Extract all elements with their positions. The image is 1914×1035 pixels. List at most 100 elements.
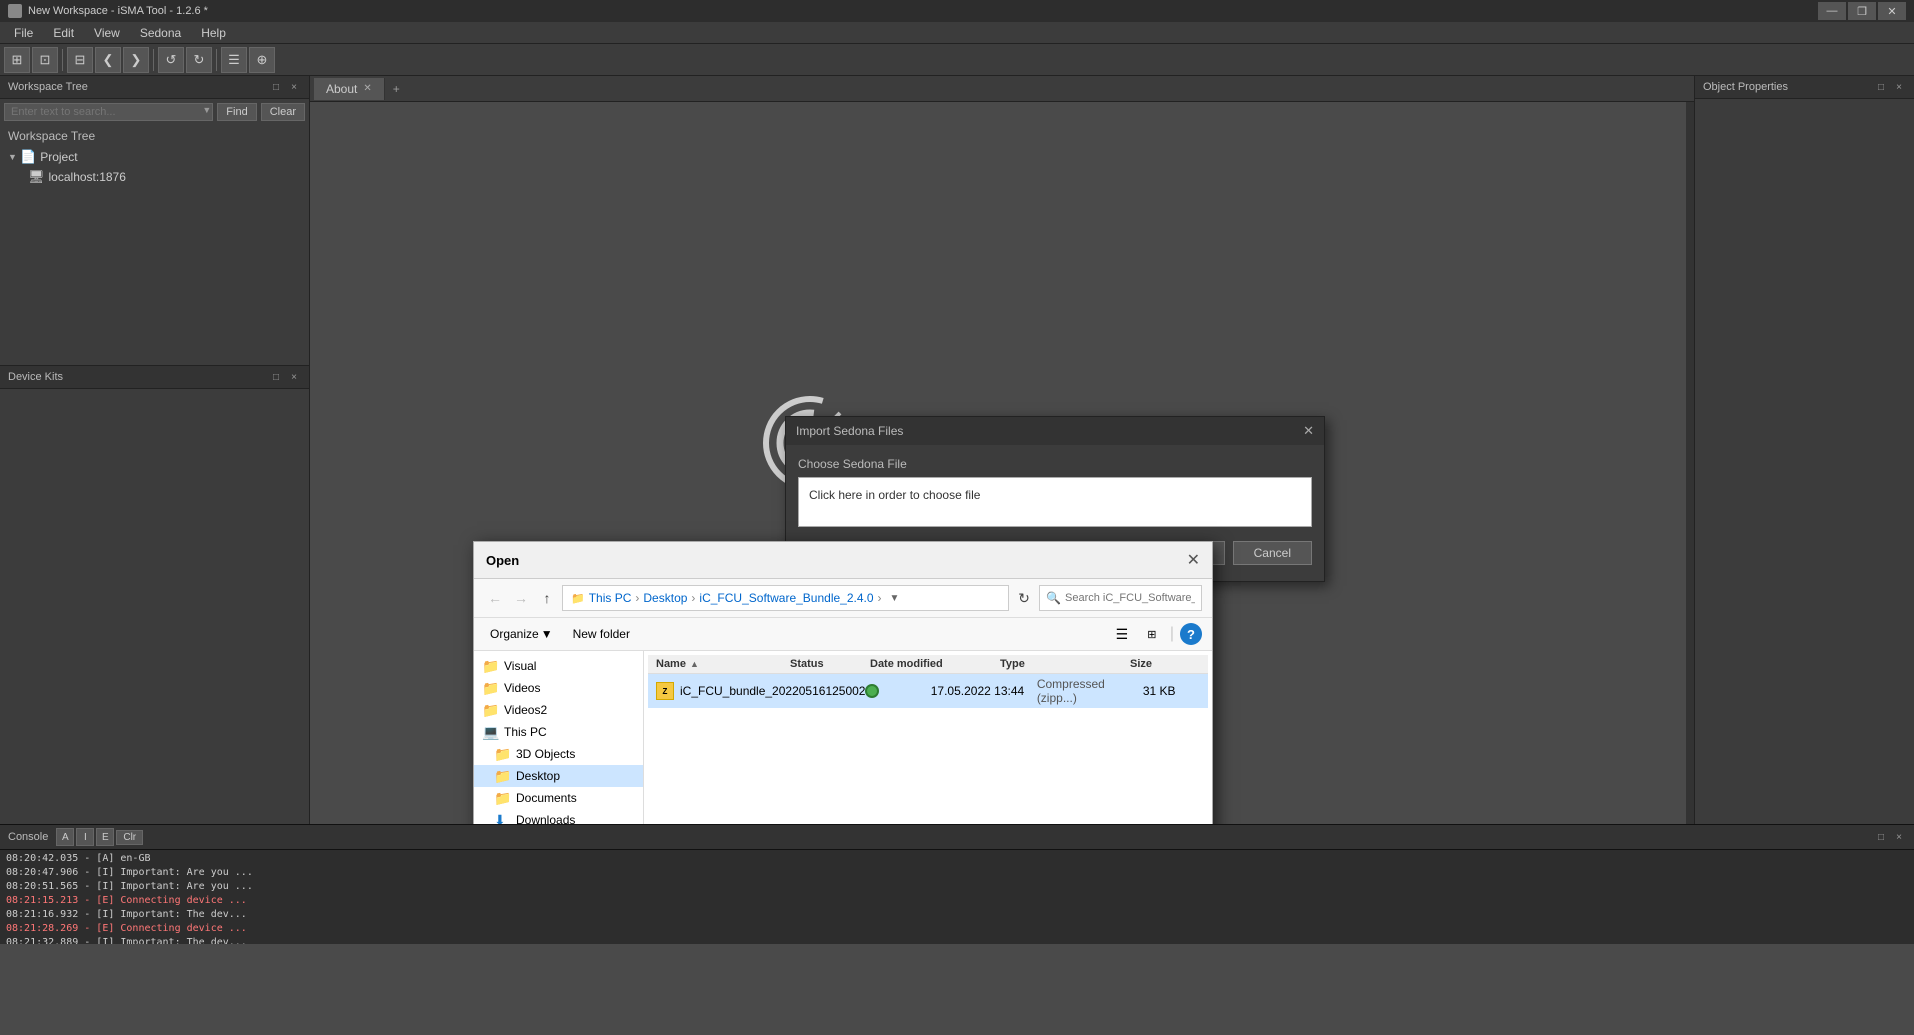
sidebar-item-videos[interactable]: 📁 Videos [474,677,643,699]
menu-file[interactable]: File [4,24,43,42]
toolbar-sep-1 [62,49,63,71]
organize-button[interactable]: Organize ▼ [484,625,559,643]
help-button[interactable]: ? [1180,623,1202,645]
obj-props-close[interactable]: × [1892,80,1906,94]
panel-close-btn[interactable]: × [287,80,301,94]
left-panel: Workspace Tree □ × ▼ Find Clear Workspac… [0,76,310,824]
console-controls: A I E Clr [56,828,143,846]
close-button[interactable]: ✕ [1878,2,1906,20]
sidebar-item-videos2[interactable]: 📁 Videos2 [474,699,643,721]
folder-icon-documents: 📁 [494,790,510,806]
panel-minimize-btn[interactable]: □ [269,80,283,94]
open-dialog-title: Open ✕ [474,542,1212,579]
view-details-btn[interactable]: ☰ [1110,622,1134,646]
sidebar-item-visual[interactable]: 📁 Visual [474,655,643,677]
dk-minimize-btn[interactable]: □ [269,370,283,384]
toolbar-sep-2 [153,49,154,71]
file-row-zip[interactable]: Z iC_FCU_bundle_20220516125002 17.05.202… [648,674,1208,708]
dk-close-btn[interactable]: × [287,370,301,384]
window-controls: — ❐ ✕ [1818,2,1906,20]
console-line-0: 08:20:42.035 - [A] en-GB [6,852,1908,866]
menu-help[interactable]: Help [191,24,236,42]
header-status[interactable]: Status [790,658,870,670]
console-close[interactable]: × [1892,830,1906,844]
nav-refresh-btn[interactable]: ↻ [1013,587,1035,609]
nav-back-btn[interactable]: ← [484,587,506,609]
menu-view[interactable]: View [84,24,130,42]
search-dropdown-btn[interactable]: ▼ [202,105,211,115]
minimize-button[interactable]: — [1818,2,1846,20]
breadcrumb-sep-3: › [878,591,882,605]
header-date[interactable]: Date modified [870,658,1000,670]
search-icon: 🔍 [1046,591,1061,605]
nav-forward-btn[interactable]: → [510,587,532,609]
breadcrumb-bundle[interactable]: iC_FCU_Software_Bundle_2.4.0 [699,591,873,605]
open-dialog-close-btn[interactable]: ✕ [1187,550,1200,570]
toolbar-btn-2[interactable]: ⊡ [32,47,58,73]
view-large-btn[interactable]: ⊞ [1140,622,1164,646]
tab-add-button[interactable]: + [385,78,408,100]
right-scrollbar[interactable] [1686,102,1694,824]
object-properties-title: Object Properties [1703,81,1788,93]
status-dot-synced [865,684,879,698]
file-name-text: iC_FCU_bundle_20220516125002 [680,684,865,698]
console-minimize[interactable]: □ [1874,830,1888,844]
file-status-cell [865,684,930,698]
search-bar: ▼ Find Clear [0,99,309,125]
file-name-cell: Z iC_FCU_bundle_20220516125002 [656,682,865,700]
toolbar-btn-5[interactable]: ❯ [123,47,149,73]
breadcrumb-dropdown-btn[interactable]: ▼ [886,593,904,604]
menu-bar: File Edit View Sedona Help [0,22,1914,44]
menu-sedona[interactable]: Sedona [130,24,191,42]
toolbar-undo[interactable]: ↺ [158,47,184,73]
console-btn-e[interactable]: E [96,828,114,846]
find-button[interactable]: Find [217,103,256,121]
toolbar-btn-1[interactable]: ⊞ [4,47,30,73]
toolbar-btn-4[interactable]: ❮ [95,47,121,73]
console-title: Console [8,831,48,843]
tab-about[interactable]: About ✕ [314,78,385,100]
click-to-choose-text: Click here in order to choose file [809,488,980,502]
search-input[interactable] [4,103,213,121]
tab-about-close[interactable]: ✕ [363,83,371,94]
breadcrumb-sep-2: › [691,591,695,605]
main-area: Workspace Tree □ × ▼ Find Clear Workspac… [0,76,1914,824]
file-drop-area[interactable]: Click here in order to choose file [798,477,1312,527]
toolbar-redo[interactable]: ↻ [186,47,212,73]
header-type[interactable]: Type [1000,658,1130,670]
breadcrumb-thispc[interactable]: This PC [589,591,632,605]
restore-button[interactable]: ❐ [1848,2,1876,20]
console-btn-clr[interactable]: Clr [116,830,143,845]
menu-edit[interactable]: Edit [43,24,84,42]
console-line-5: 08:21:28.269 - [E] Connecting device ... [6,922,1908,936]
toolbar-btn-6[interactable]: ☰ [221,47,247,73]
sidebar-item-thispc[interactable]: 💻 This PC [474,721,643,743]
folder-icon-3dobjects: 📁 [494,746,510,762]
localhost-icon: 🖥 [28,169,45,185]
header-name[interactable]: Name ▲ [656,658,790,670]
clear-button[interactable]: Clear [261,103,305,121]
new-folder-button[interactable]: New folder [565,625,638,643]
toolbar-btn-7[interactable]: ⊕ [249,47,275,73]
nav-search-box: 🔍 [1039,585,1202,611]
import-dialog-close[interactable]: ✕ [1303,423,1314,439]
nav-search-input[interactable] [1065,592,1195,604]
sidebar-item-3dobjects[interactable]: 📁 3D Objects [474,743,643,765]
nav-up-btn[interactable]: ↑ [536,587,558,609]
sidebar-item-desktop[interactable]: 📁 Desktop [474,765,643,787]
file-size-cell: 31 KB [1143,684,1200,698]
console-btn-a[interactable]: A [56,828,74,846]
sidebar-item-documents[interactable]: 📁 Documents [474,787,643,809]
toolbar-btn-3[interactable]: ⊟ [67,47,93,73]
tree-item-project[interactable]: ▼ 📄 Project [0,147,309,167]
sidebar-item-downloads[interactable]: ⬇ Downloads [474,809,643,824]
device-kits-title: Device Kits [8,371,63,383]
header-size[interactable]: Size [1130,658,1200,670]
localhost-label: localhost:1876 [49,170,126,184]
breadcrumb-desktop[interactable]: Desktop [643,591,687,605]
tree-item-localhost[interactable]: 🖥 localhost:1876 [0,167,309,187]
obj-props-minimize[interactable]: □ [1874,80,1888,94]
choose-file-label: Choose Sedona File [798,457,1312,471]
import-cancel-button[interactable]: Cancel [1233,541,1312,565]
console-btn-i[interactable]: I [76,828,94,846]
